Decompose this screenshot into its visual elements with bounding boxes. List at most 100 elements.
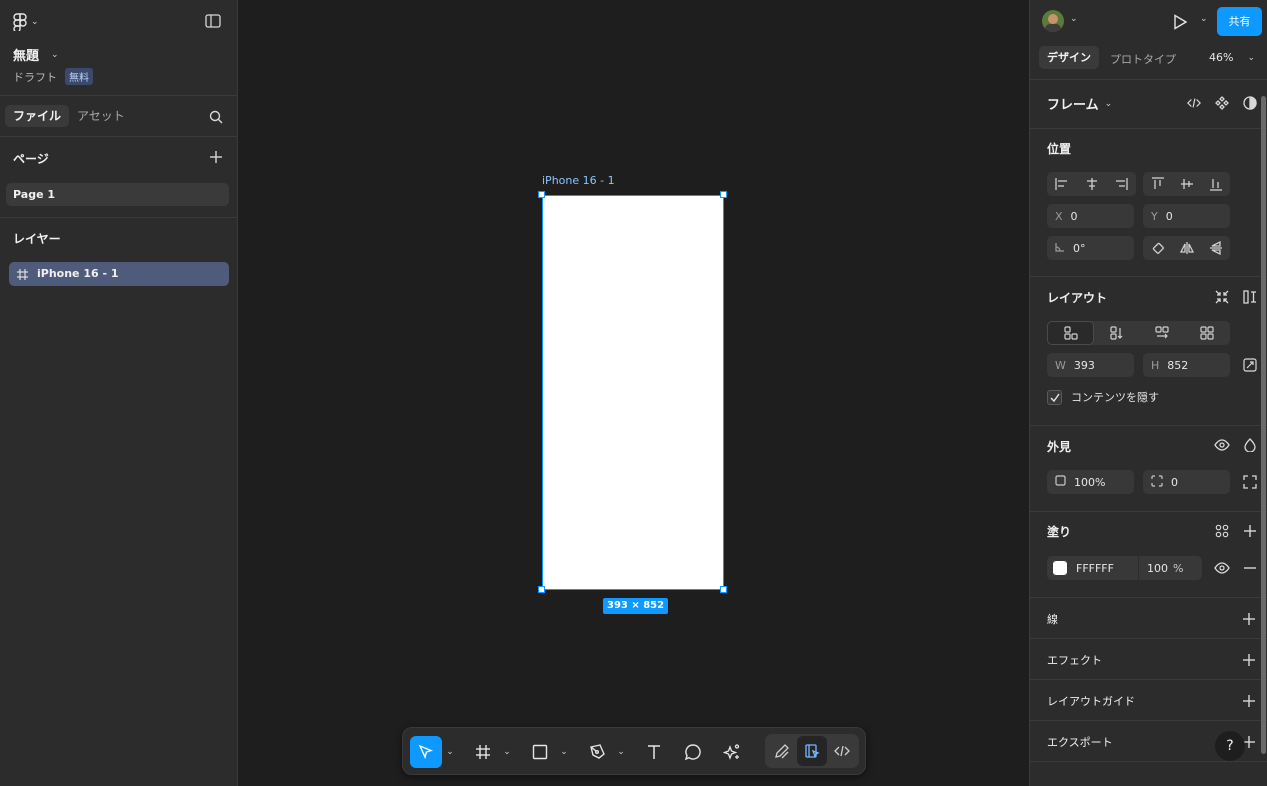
move-tool-button[interactable]	[410, 736, 442, 768]
remove-fill-icon[interactable]	[1243, 561, 1257, 575]
tab-file[interactable]: ファイル	[5, 105, 70, 127]
chevron-down-icon[interactable]: ⌄	[559, 736, 569, 768]
resize-handle[interactable]	[538, 191, 545, 198]
add-stroke-icon[interactable]	[1241, 611, 1257, 627]
align-left-icon[interactable]	[1047, 172, 1077, 196]
fill-opacity-value: 100	[1147, 561, 1168, 575]
resize-handle[interactable]	[720, 191, 727, 198]
width-field[interactable]: W 393	[1047, 353, 1134, 377]
component-icon[interactable]	[1215, 96, 1229, 110]
left-tabs: ファイル アセット	[0, 97, 237, 137]
add-fill-icon[interactable]	[1243, 524, 1257, 538]
drop-icon[interactable]	[1244, 438, 1256, 452]
align-center-vertical-icon[interactable]	[1172, 172, 1201, 196]
figma-logo-icon	[13, 13, 27, 31]
clip-content-checkbox[interactable]: コンテンツを隠す	[1047, 389, 1159, 405]
freeform-layout-icon[interactable]	[1047, 321, 1095, 345]
effects-title: エフェクト	[1047, 654, 1102, 667]
flip-vertical-icon[interactable]	[1201, 236, 1230, 260]
opacity-field[interactable]: 100%	[1047, 470, 1134, 494]
corner-radius-field[interactable]: 0	[1143, 470, 1230, 494]
clip-content-label: コンテンツを隠す	[1071, 391, 1159, 404]
resize-handle[interactable]	[538, 586, 545, 593]
play-icon[interactable]	[1173, 14, 1187, 30]
layer-item[interactable]: iPhone 16 - 1	[9, 262, 229, 286]
draw-mode-button[interactable]	[767, 736, 797, 766]
flip-horizontal-icon[interactable]	[1172, 236, 1201, 260]
frame-selector-label: フレーム	[1047, 98, 1099, 113]
canvas[interactable]: iPhone 16 - 1 393 × 852	[238, 0, 1029, 786]
chevron-down-icon[interactable]: ⌄	[445, 736, 455, 768]
divider	[1030, 276, 1267, 277]
add-layout-guide-icon[interactable]	[1241, 693, 1257, 709]
shape-tool-button[interactable]	[524, 736, 556, 768]
scrollbar[interactable]	[1261, 96, 1266, 754]
toggle-sidebar-icon[interactable]	[205, 14, 221, 28]
iphone-frame[interactable]	[542, 195, 724, 590]
layout-options-icon[interactable]	[1243, 290, 1257, 304]
dev-mode-button[interactable]	[827, 736, 857, 766]
collapse-icon[interactable]	[1215, 290, 1229, 304]
height-field[interactable]: H 852	[1143, 353, 1230, 377]
align-right-icon[interactable]	[1106, 172, 1136, 196]
share-button[interactable]: 共有	[1217, 7, 1262, 36]
eye-icon[interactable]	[1214, 562, 1230, 574]
styles-icon[interactable]	[1215, 524, 1229, 538]
resize-to-fit-icon[interactable]	[1243, 358, 1257, 372]
stroke-title: 線	[1047, 613, 1058, 626]
resize-handle[interactable]	[720, 586, 727, 593]
chevron-down-icon[interactable]: ⌄	[1070, 14, 1078, 24]
file-title-button[interactable]: 無題 ⌄	[13, 45, 59, 64]
contrast-icon[interactable]	[1243, 96, 1257, 110]
y-field[interactable]: Y 0	[1143, 204, 1230, 228]
layer-label: iPhone 16 - 1	[37, 267, 119, 280]
comment-tool-button[interactable]	[677, 736, 709, 768]
code-icon[interactable]	[1187, 96, 1201, 110]
draft-label[interactable]: ドラフト	[13, 69, 57, 85]
position-title: 位置	[1047, 142, 1072, 156]
vertical-layout-icon[interactable]	[1094, 321, 1139, 345]
divider	[1030, 128, 1267, 129]
add-effect-icon[interactable]	[1241, 652, 1257, 668]
tab-design[interactable]: デザイン	[1039, 46, 1099, 69]
chevron-down-icon[interactable]: ⌄	[502, 736, 512, 768]
rotation-field[interactable]: 0°	[1047, 236, 1134, 260]
x-field[interactable]: X 0	[1047, 204, 1134, 228]
horizontal-layout-icon[interactable]	[1140, 321, 1185, 345]
divider	[1030, 679, 1267, 680]
w-label: W	[1055, 358, 1066, 372]
angle-icon	[1055, 242, 1065, 255]
align-center-horizontal-icon[interactable]	[1077, 172, 1107, 196]
main-menu-button[interactable]: ⌄	[13, 12, 45, 32]
design-mode-button[interactable]	[797, 736, 827, 766]
frame-label[interactable]: iPhone 16 - 1	[542, 174, 615, 187]
divider	[0, 217, 237, 218]
frame-tool-button[interactable]	[467, 736, 499, 768]
chevron-down-icon[interactable]: ⌄	[1200, 14, 1208, 24]
sparkle-icon	[723, 743, 741, 761]
pen-tool-button[interactable]	[581, 736, 613, 768]
plan-badge: 無料	[65, 68, 93, 85]
align-bottom-icon[interactable]	[1201, 172, 1230, 196]
page-item[interactable]: Page 1	[6, 183, 229, 206]
divider	[1030, 597, 1267, 598]
fill-color-field[interactable]: FFFFFF 100 %	[1047, 556, 1202, 580]
text-tool-button[interactable]	[638, 736, 670, 768]
tab-assets[interactable]: アセット	[69, 105, 133, 127]
rotate-icon[interactable]	[1143, 236, 1172, 260]
chevron-down-icon[interactable]: ⌄	[616, 736, 626, 768]
individual-corners-icon[interactable]	[1243, 475, 1257, 489]
frame-type-dropdown[interactable]: フレーム ⌄	[1047, 94, 1112, 113]
tab-prototype[interactable]: プロトタイプ	[1110, 51, 1176, 67]
actions-tool-button[interactable]	[716, 736, 748, 768]
add-page-icon[interactable]	[209, 150, 223, 164]
align-top-icon[interactable]	[1143, 172, 1172, 196]
eye-icon[interactable]	[1214, 439, 1230, 451]
zoom-dropdown[interactable]: 46% ⌄	[1209, 51, 1255, 64]
help-button[interactable]: ?	[1215, 731, 1245, 761]
search-icon[interactable]	[209, 110, 223, 124]
user-avatar[interactable]	[1042, 10, 1064, 32]
x-label: X	[1055, 209, 1063, 223]
color-swatch[interactable]	[1053, 561, 1067, 575]
grid-layout-icon[interactable]	[1185, 321, 1230, 345]
